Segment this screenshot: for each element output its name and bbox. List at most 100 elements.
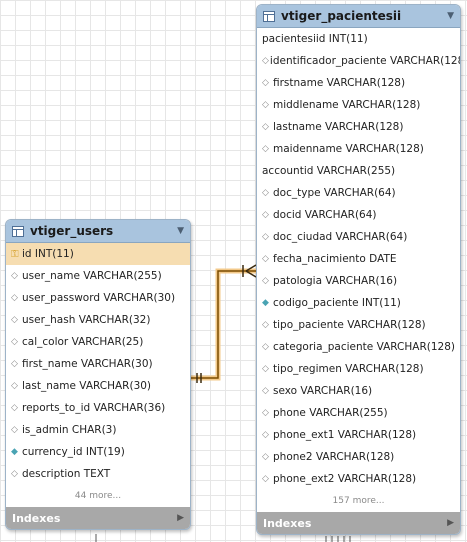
diamond-icon: ◇ xyxy=(262,386,269,396)
field-label: docid VARCHAR(64) xyxy=(273,209,377,221)
diamond-icon: ◇ xyxy=(262,276,269,286)
field-label: is_admin CHAR(3) xyxy=(22,424,117,436)
more-fields-label[interactable]: 157 more... xyxy=(257,490,460,512)
diamond-icon: ◇ xyxy=(11,469,18,479)
field-label: accountid VARCHAR(255) xyxy=(262,165,396,177)
diamond-icon: ◇ xyxy=(11,271,18,281)
field-label: tipo_regimen VARCHAR(128) xyxy=(273,363,424,375)
indexes-label: Indexes xyxy=(12,511,61,525)
field-row[interactable]: ◇ is_admin CHAR(3) xyxy=(6,419,190,441)
field-label: lastname VARCHAR(128) xyxy=(273,121,404,133)
field-row[interactable]: accountid VARCHAR(255) xyxy=(257,160,460,182)
field-row[interactable]: ◇ cal_color VARCHAR(25) xyxy=(6,331,190,353)
field-label: phone_ext2 VARCHAR(128) xyxy=(273,473,417,485)
field-row[interactable]: ◇ last_name VARCHAR(30) xyxy=(6,375,190,397)
field-row[interactable]: ◇ tipo_paciente VARCHAR(128) xyxy=(257,314,460,336)
indexes-section[interactable]: Indexes ▶ xyxy=(257,512,460,534)
field-row[interactable]: ◇ first_name VARCHAR(30) xyxy=(6,353,190,375)
field-label: fecha_nacimiento DATE xyxy=(273,253,397,265)
field-row[interactable]: ◇ user_password VARCHAR(30) xyxy=(6,287,190,309)
diamond-icon: ◇ xyxy=(11,425,18,435)
table-header[interactable]: vtiger_users ▼ xyxy=(6,220,190,243)
field-row[interactable]: ◇ user_hash VARCHAR(32) xyxy=(6,309,190,331)
relationship-line[interactable] xyxy=(191,268,256,381)
filled-diamond-icon: ◆ xyxy=(11,447,18,457)
diamond-icon: ◇ xyxy=(262,254,269,264)
field-row[interactable]: ◇ phone_ext1 VARCHAR(128) xyxy=(257,424,460,446)
collapse-arrow-icon[interactable]: ▼ xyxy=(447,11,454,21)
field-row[interactable]: ◇ docid VARCHAR(64) xyxy=(257,204,460,226)
field-row[interactable]: ◇ patologia VARCHAR(16) xyxy=(257,270,460,292)
diamond-icon: ◇ xyxy=(11,315,18,325)
field-list: pacientesiid INT(11) ◇ identificador_pacie… xyxy=(257,28,460,490)
diamond-icon: ◇ xyxy=(11,293,18,303)
field-label: phone_ext1 VARCHAR(128) xyxy=(273,429,417,441)
indexes-section[interactable]: Indexes ▶ xyxy=(6,507,190,529)
field-label: user_hash VARCHAR(32) xyxy=(22,314,151,326)
field-row[interactable]: ◇ phone VARCHAR(255) xyxy=(257,402,460,424)
filled-diamond-icon: ◆ xyxy=(262,298,269,308)
field-row[interactable]: ◇ fecha_nacimiento DATE xyxy=(257,248,460,270)
collapse-arrow-icon[interactable]: ▼ xyxy=(177,226,184,236)
field-label: doc_ciudad VARCHAR(64) xyxy=(273,231,408,243)
field-label: doc_type VARCHAR(64) xyxy=(273,187,396,199)
diamond-icon: ◇ xyxy=(262,452,269,462)
field-row[interactable]: ◇ phone_ext2 VARCHAR(128) xyxy=(257,468,460,490)
diamond-icon: ◇ xyxy=(262,210,269,220)
diamond-icon: ◇ xyxy=(262,342,269,352)
field-row[interactable]: pacientesiid INT(11) xyxy=(257,28,460,50)
field-label: middlename VARCHAR(128) xyxy=(273,99,421,111)
background-dashes xyxy=(95,534,351,542)
table-icon xyxy=(263,10,275,22)
table-title: vtiger_users xyxy=(30,224,114,238)
expand-arrow-icon[interactable]: ▶ xyxy=(177,513,184,523)
field-label: firstname VARCHAR(128) xyxy=(273,77,406,89)
table-header[interactable]: vtiger_pacientesii ▼ xyxy=(257,5,460,28)
field-label: maidenname VARCHAR(128) xyxy=(273,143,424,155)
diamond-icon: ◇ xyxy=(262,474,269,484)
field-row[interactable]: ◇ maidenname VARCHAR(128) xyxy=(257,138,460,160)
field-row[interactable]: ◆ currency_id INT(19) xyxy=(6,441,190,463)
table-vtiger-users[interactable]: vtiger_users ▼ ⚿ id INT(11) ◇ user_name VAR… xyxy=(5,219,191,530)
field-label: first_name VARCHAR(30) xyxy=(22,358,153,370)
field-label: phone VARCHAR(255) xyxy=(273,407,388,419)
field-row[interactable]: ◇ lastname VARCHAR(128) xyxy=(257,116,460,138)
expand-arrow-icon[interactable]: ▶ xyxy=(447,518,454,528)
field-row[interactable]: ◇ reports_to_id VARCHAR(36) xyxy=(6,397,190,419)
field-row[interactable]: ◇ doc_ciudad VARCHAR(64) xyxy=(257,226,460,248)
field-row[interactable]: ⚿ id INT(11) xyxy=(6,243,190,265)
field-row[interactable]: ◇ user_name VARCHAR(255) xyxy=(6,265,190,287)
field-label: codigo_paciente INT(11) xyxy=(273,297,401,309)
table-title: vtiger_pacientesii xyxy=(281,9,402,23)
diamond-icon: ◇ xyxy=(262,144,269,154)
field-row[interactable]: ◇ tipo_regimen VARCHAR(128) xyxy=(257,358,460,380)
field-row[interactable]: ◇ identificador_paciente VARCHAR(128) xyxy=(257,50,460,72)
diamond-icon: ◇ xyxy=(262,188,269,198)
diamond-icon: ◇ xyxy=(11,381,18,391)
diamond-icon: ◇ xyxy=(262,232,269,242)
field-row[interactable]: ◇ description TEXT xyxy=(6,463,190,485)
table-vtiger-pacientesii[interactable]: vtiger_pacientesii ▼ pacientesiid INT(11… xyxy=(256,4,461,535)
field-row[interactable]: ◆ codigo_paciente INT(11) xyxy=(257,292,460,314)
field-row[interactable]: ◇ middlename VARCHAR(128) xyxy=(257,94,460,116)
field-label: categoria_paciente VARCHAR(128) xyxy=(272,341,455,353)
field-list: ⚿ id INT(11) ◇ user_name VARCHAR(255) ◇ user_… xyxy=(6,243,190,485)
field-label: description TEXT xyxy=(22,468,111,480)
field-label: user_name VARCHAR(255) xyxy=(22,270,162,282)
diamond-icon: ◇ xyxy=(262,430,269,440)
field-row[interactable]: ◇ firstname VARCHAR(128) xyxy=(257,72,460,94)
more-fields-label[interactable]: 44 more... xyxy=(6,485,190,507)
field-row[interactable]: ◇ categoria_paciente VARCHAR(128) xyxy=(257,336,460,358)
diamond-icon: ◇ xyxy=(262,408,269,418)
field-row[interactable]: ◇ sexo VARCHAR(16) xyxy=(257,380,460,402)
indexes-label: Indexes xyxy=(263,516,312,530)
field-label: identificador_paciente VARCHAR(128) xyxy=(269,55,461,67)
diamond-icon: ◇ xyxy=(262,78,269,88)
diamond-icon: ◇ xyxy=(262,364,269,374)
field-row[interactable]: ◇ doc_type VARCHAR(64) xyxy=(257,182,460,204)
diamond-icon: ◇ xyxy=(262,320,269,330)
field-label: sexo VARCHAR(16) xyxy=(273,385,373,397)
field-row[interactable]: ◇ phone2 VARCHAR(128) xyxy=(257,446,460,468)
diamond-icon: ◇ xyxy=(262,56,269,66)
field-label: pacientesiid INT(11) xyxy=(262,33,368,45)
